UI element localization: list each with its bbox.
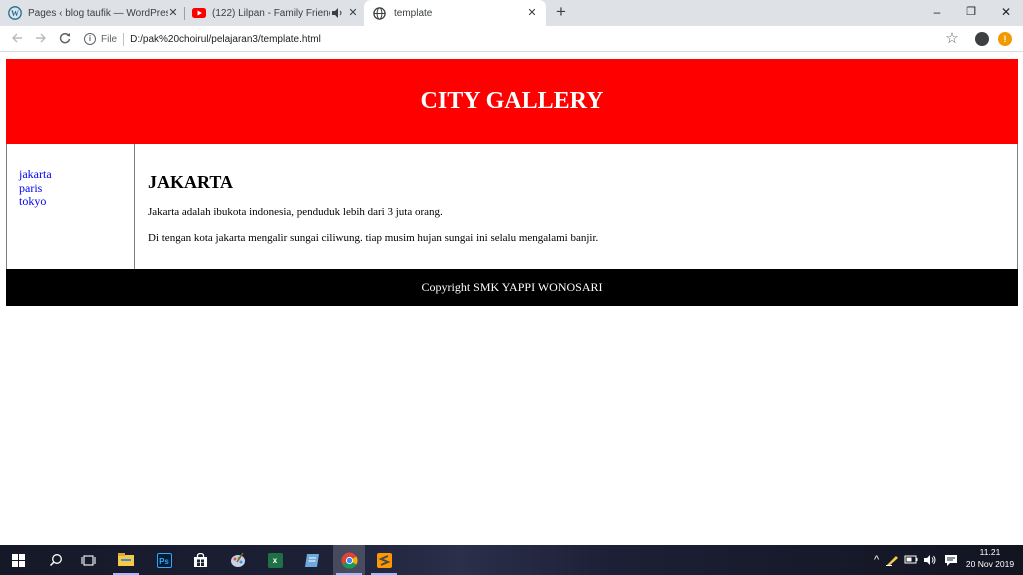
chrome-button[interactable] xyxy=(333,545,365,575)
notes-icon xyxy=(305,553,319,567)
bookmark-star-icon[interactable]: ☆ xyxy=(944,30,960,48)
file-explorer-icon xyxy=(118,553,134,566)
youtube-icon xyxy=(192,8,206,18)
tab-separator xyxy=(184,7,185,20)
pen-workspace-icon[interactable] xyxy=(885,554,899,566)
tab-title: Pages ‹ blog taufik — WordPress xyxy=(28,7,168,19)
paint-button[interactable] xyxy=(222,545,254,575)
forward-button[interactable] xyxy=(32,30,50,48)
file-explorer-button[interactable] xyxy=(110,545,142,575)
paint-icon xyxy=(231,552,245,567)
close-tab-icon[interactable]: ✕ xyxy=(346,6,360,20)
sublime-text-icon xyxy=(376,552,392,568)
city-section: JAKARTA Jakarta adalah ibukota indonesia… xyxy=(148,144,1008,269)
tab-title: template xyxy=(394,7,433,19)
nav-link-jakarta[interactable]: jakarta xyxy=(19,167,134,182)
windows-start-icon xyxy=(11,553,25,567)
start-button[interactable] xyxy=(2,545,34,575)
site-info-icon[interactable]: i xyxy=(84,33,96,45)
new-tab-button[interactable]: + xyxy=(553,3,569,20)
address-divider xyxy=(123,32,125,46)
back-button[interactable] xyxy=(8,30,26,48)
tab-youtube-lilpan[interactable]: (122) Lilpan - Family Friendly ✕ xyxy=(192,0,364,26)
battery-icon[interactable] xyxy=(904,554,918,566)
profile-avatar-icon[interactable] xyxy=(975,32,989,46)
page-body: jakarta paris tokyo JAKARTA Jakarta adal… xyxy=(6,144,1018,269)
minimize-button[interactable]: – xyxy=(927,3,947,21)
update-alert-icon[interactable]: ! xyxy=(998,32,1012,46)
close-tab-icon[interactable]: ✕ xyxy=(166,6,180,20)
tab-template[interactable]: template ✕ xyxy=(364,0,546,26)
store-button[interactable] xyxy=(184,545,216,575)
restore-button[interactable]: ❐ xyxy=(961,3,981,21)
show-hidden-icons-icon[interactable]: ^ xyxy=(874,554,879,566)
chrome-icon xyxy=(341,552,357,568)
reload-button[interactable] xyxy=(56,30,74,48)
sublime-text-button[interactable] xyxy=(368,545,400,575)
security-label: File xyxy=(101,33,118,45)
excel-icon: x xyxy=(267,552,283,568)
url-text[interactable]: D:/pak%20choirul/pelajaran3/template.htm… xyxy=(130,34,321,45)
globe-icon xyxy=(373,6,386,20)
section-heading: JAKARTA xyxy=(148,172,234,192)
browser-toolbar: i File D:/pak%20choirul/pelajaran3/templ… xyxy=(0,26,1023,52)
clock-time: 11.21 xyxy=(979,547,1001,557)
search-button[interactable] xyxy=(40,545,72,575)
tab-wordpress-pages[interactable]: W Pages ‹ blog taufik — WordPress ✕ xyxy=(8,0,180,26)
section-paragraph: Di tengan kota jakarta mengalir sungai c… xyxy=(148,232,599,244)
clock-date: 20 Nov 2019 xyxy=(965,559,1015,569)
notifications-icon[interactable] xyxy=(944,554,958,566)
browser-tab-strip: W Pages ‹ blog taufik — WordPress ✕ (122… xyxy=(0,0,1023,26)
photoshop-button[interactable]: Ps xyxy=(148,545,180,575)
page-footer: Copyright SMK YAPPI WONOSARI xyxy=(6,269,1018,306)
notes-button[interactable] xyxy=(296,545,328,575)
page-header: CITY GALLERY xyxy=(6,59,1018,144)
speaker-icon[interactable] xyxy=(332,8,344,18)
back-arrow-icon xyxy=(12,33,22,43)
store-icon xyxy=(193,552,207,567)
system-tray: ^ xyxy=(874,545,958,575)
windows-taskbar: Ps x xyxy=(0,545,1023,575)
footer-copyright: Copyright SMK YAPPI WONOSARI xyxy=(421,280,603,294)
search-icon xyxy=(49,554,62,567)
nav-link-tokyo[interactable]: tokyo xyxy=(19,194,134,209)
task-view-button[interactable] xyxy=(72,545,104,575)
page-title: CITY GALLERY xyxy=(420,88,604,114)
taskbar-clock[interactable]: 11.21 20 Nov 2019 xyxy=(962,546,1018,570)
forward-arrow-icon xyxy=(36,33,46,43)
address-bar[interactable]: i File D:/pak%20choirul/pelajaran3/templ… xyxy=(84,29,972,49)
reload-icon xyxy=(59,32,71,44)
wordpress-icon: W xyxy=(8,6,22,20)
excel-button[interactable]: x xyxy=(259,545,291,575)
volume-icon[interactable] xyxy=(923,554,937,566)
svg-text:W: W xyxy=(11,9,19,18)
section-paragraph: Jakarta adalah ibukota indonesia, pendud… xyxy=(148,206,443,218)
close-tab-icon[interactable]: ✕ xyxy=(525,6,539,20)
tab-title: (122) Lilpan - Family Friendly xyxy=(212,7,330,19)
nav-link-paris[interactable]: paris xyxy=(19,181,134,196)
city-nav: jakarta paris tokyo xyxy=(7,144,135,269)
task-view-icon xyxy=(80,554,96,566)
close-window-button[interactable]: ✕ xyxy=(996,3,1016,21)
photoshop-icon: Ps xyxy=(156,552,172,568)
